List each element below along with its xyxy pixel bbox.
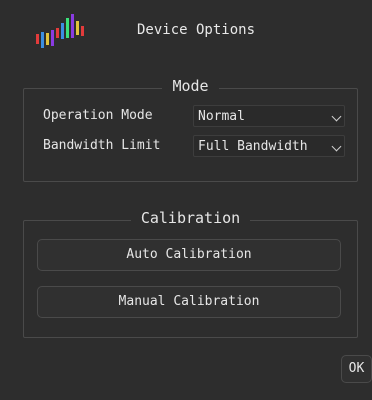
device-options-window: Device Options Mode Operation Mode Norma… <box>0 0 372 400</box>
bandwidth-limit-row: Bandwidth Limit Full Bandwidth <box>24 134 357 158</box>
calibration-group-title: Calibration <box>130 209 251 227</box>
bandwidth-limit-select[interactable]: Full Bandwidth <box>193 135 345 157</box>
audio-spectrum-bars-icon <box>36 14 84 48</box>
operation-mode-row: Operation Mode Normal <box>24 104 357 128</box>
dialog-title: Device Options <box>137 22 256 38</box>
calibration-group: Calibration Auto Calibration Manual Cali… <box>23 209 358 338</box>
operation-mode-value: Normal <box>198 109 245 124</box>
manual-calibration-button[interactable]: Manual Calibration <box>37 286 341 318</box>
bandwidth-limit-value: Full Bandwidth <box>198 139 308 154</box>
chevron-down-icon <box>331 111 342 122</box>
ok-button[interactable]: OK <box>341 355 372 383</box>
operation-mode-label: Operation Mode <box>43 108 153 123</box>
operation-mode-select[interactable]: Normal <box>193 105 345 127</box>
auto-calibration-button[interactable]: Auto Calibration <box>37 239 341 271</box>
chevron-down-icon <box>331 141 342 152</box>
header: Device Options <box>0 0 372 62</box>
mode-group: Mode Operation Mode Normal Bandwidth Lim… <box>23 77 358 182</box>
bandwidth-limit-label: Bandwidth Limit <box>43 138 161 153</box>
mode-group-title: Mode <box>162 77 219 95</box>
